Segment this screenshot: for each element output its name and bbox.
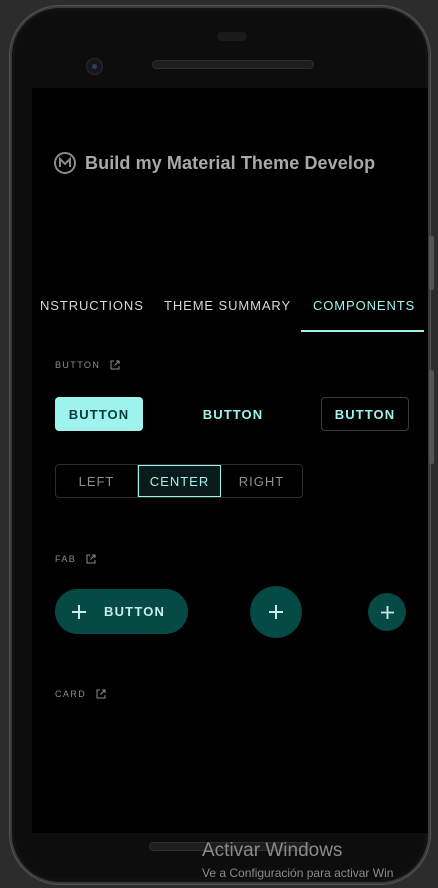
tab-instructions[interactable]: NSTRUCTIONS xyxy=(40,298,144,313)
toggle-left[interactable]: LEFT xyxy=(56,465,138,497)
filled-button[interactable]: BUTTON xyxy=(55,397,143,431)
extended-fab-label: BUTTON xyxy=(104,604,166,619)
open-in-new-icon[interactable] xyxy=(110,360,120,370)
toggle-center[interactable]: CENTER xyxy=(138,465,221,497)
plus-icon xyxy=(72,604,86,619)
mini-fab-button[interactable] xyxy=(368,593,406,631)
tab-theme-summary[interactable]: THEME SUMMARY xyxy=(164,298,291,313)
earpiece xyxy=(217,32,247,41)
section-button-label: BUTTON xyxy=(55,360,101,370)
section-button-header: BUTTON xyxy=(55,360,120,370)
plus-icon xyxy=(380,605,394,619)
fab-button[interactable] xyxy=(250,586,302,638)
phone-frame: Build my Material Theme Develop NSTRUCTI… xyxy=(10,6,430,884)
material-logo-icon xyxy=(54,152,76,174)
section-card-label: CARD xyxy=(55,689,87,699)
section-fab-header: FAB xyxy=(55,554,96,564)
app-header: Build my Material Theme Develop xyxy=(54,152,375,174)
text-button[interactable]: BUTTON xyxy=(189,397,277,431)
open-in-new-icon[interactable] xyxy=(96,689,106,699)
extended-fab[interactable]: BUTTON xyxy=(55,589,188,634)
tab-bar: NSTRUCTIONS THEME SUMMARY COMPONENTS xyxy=(32,292,428,332)
volume-button xyxy=(429,236,434,290)
windows-activation-subtitle: Ve a Configuración para activar Win xyxy=(202,866,394,880)
section-fab-label: FAB xyxy=(55,554,77,564)
power-button xyxy=(429,370,434,464)
app-screen: Build my Material Theme Develop NSTRUCTI… xyxy=(32,88,428,833)
open-in-new-icon[interactable] xyxy=(86,554,96,564)
toggle-button-group: LEFT CENTER RIGHT xyxy=(55,464,303,498)
toggle-right[interactable]: RIGHT xyxy=(221,465,302,497)
outlined-button[interactable]: BUTTON xyxy=(321,397,409,431)
front-camera xyxy=(86,58,103,75)
tab-indicator xyxy=(301,330,424,332)
windows-activation-title: Activar Windows xyxy=(202,840,343,861)
top-speaker xyxy=(152,60,314,69)
tab-components[interactable]: COMPONENTS xyxy=(313,298,415,313)
section-card-header: CARD xyxy=(55,689,106,699)
app-title: Build my Material Theme Develop xyxy=(85,152,376,173)
plus-icon xyxy=(269,605,283,619)
